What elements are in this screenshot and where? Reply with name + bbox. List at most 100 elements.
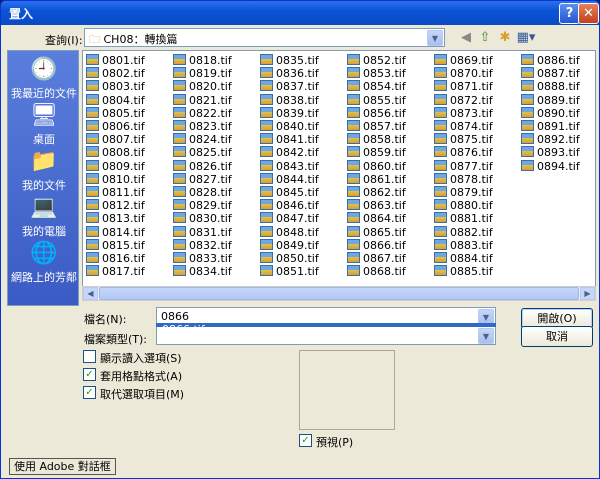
file-item[interactable]: 0804.tif [86, 93, 145, 107]
file-item[interactable]: 0832.tif [173, 238, 232, 252]
file-item[interactable]: 0822.tif [173, 106, 232, 120]
file-item[interactable]: 0893.tif [521, 146, 580, 159]
file-item[interactable]: 0887.tif [521, 67, 580, 80]
file-item[interactable]: 0805.tif [86, 106, 145, 120]
file-item[interactable]: 0888.tif [521, 80, 580, 93]
new-folder-icon[interactable]: ✱ [495, 29, 515, 47]
file-item[interactable]: 0844.tif [260, 172, 319, 186]
close-button[interactable]: ✕ [578, 3, 599, 24]
checkmark-icon[interactable]: ✓ [83, 368, 96, 381]
chevron-down-icon[interactable]: ▼ [427, 30, 443, 46]
file-item[interactable]: 0873.tif [434, 106, 493, 120]
file-item[interactable]: 0839.tif [260, 106, 319, 120]
file-item[interactable]: 0862.tif [347, 186, 406, 199]
file-item[interactable]: 0866.tif [347, 238, 406, 252]
file-item[interactable]: 0856.tif [347, 106, 406, 120]
file-item[interactable]: 0835.tif [260, 54, 319, 67]
file-item[interactable]: 0858.tif [347, 133, 406, 146]
filetype-select[interactable]: ▼ [156, 327, 496, 345]
place-network[interactable]: 🌐 網路上的芳鄰 [8, 241, 80, 285]
file-item[interactable]: 0864.tif [347, 212, 406, 225]
file-item[interactable]: 0806.tif [86, 120, 145, 133]
file-item[interactable]: 0851.tif [260, 265, 319, 278]
file-list[interactable]: 0801.tif 0802.tif 0803.tif 0804.tif 0805.tif… [82, 50, 596, 300]
up-folder-icon[interactable]: ⇧ [475, 29, 495, 47]
file-item[interactable]: 0807.tif [86, 133, 145, 146]
scroll-left-icon[interactable]: ◀ [83, 287, 98, 300]
file-item[interactable]: 0824.tif [173, 133, 232, 146]
file-item[interactable]: 0809.tif [86, 159, 145, 173]
lookin-select[interactable]: 🗀 CH08：轉換篇 ▼ [84, 28, 445, 47]
file-item[interactable]: 0894.tif [521, 159, 580, 173]
file-item[interactable]: 0802.tif [86, 67, 145, 80]
file-item[interactable]: 0883.tif [434, 238, 493, 252]
file-item[interactable]: 0846.tif [260, 199, 319, 212]
file-item[interactable]: 0878.tif [434, 172, 493, 186]
file-item[interactable]: 0870.tif [434, 67, 493, 80]
file-item[interactable]: 0823.tif [173, 120, 232, 133]
chevron-down-icon[interactable]: ▼ [478, 328, 494, 344]
file-item[interactable]: 0872.tif [434, 93, 493, 107]
file-item[interactable]: 0847.tif [260, 212, 319, 225]
file-item[interactable]: 0892.tif [521, 133, 580, 146]
file-item[interactable]: 0820.tif [173, 80, 232, 93]
file-item[interactable]: 0808.tif [86, 146, 145, 159]
file-item[interactable]: 0865.tif [347, 225, 406, 239]
file-item[interactable]: 0827.tif [173, 172, 232, 186]
file-item[interactable]: 0853.tif [347, 67, 406, 80]
file-item[interactable]: 0891.tif [521, 120, 580, 133]
file-item[interactable]: 0816.tif [86, 252, 145, 265]
file-item[interactable]: 0852.tif [347, 54, 406, 67]
file-item[interactable]: 0837.tif [260, 80, 319, 93]
file-item[interactable]: 0810.tif [86, 172, 145, 186]
file-item[interactable]: 0861.tif [347, 172, 406, 186]
file-item[interactable]: 0889.tif [521, 93, 580, 107]
place-desktop[interactable]: 🖥 桌面 [8, 103, 80, 147]
view-menu-icon[interactable]: ▦▾ [513, 29, 539, 47]
file-item[interactable]: 0868.tif [347, 265, 406, 278]
file-item[interactable]: 0845.tif [260, 186, 319, 199]
file-item[interactable]: 0811.tif [86, 186, 145, 199]
file-item[interactable]: 0831.tif [173, 225, 232, 239]
file-item[interactable]: 0801.tif [86, 54, 145, 67]
file-item[interactable]: 0825.tif [173, 146, 232, 159]
place-recent[interactable]: 🕘 我最近的文件 [8, 57, 80, 101]
file-item[interactable]: 0885.tif [434, 265, 493, 278]
file-item[interactable]: 0880.tif [434, 199, 493, 212]
file-item[interactable]: 0842.tif [260, 146, 319, 159]
file-item[interactable]: 0817.tif [86, 265, 145, 278]
file-item[interactable]: 0874.tif [434, 120, 493, 133]
file-item[interactable]: 0833.tif [173, 252, 232, 265]
file-item[interactable]: 0840.tif [260, 120, 319, 133]
scroll-thumb[interactable] [99, 287, 579, 300]
file-item[interactable]: 0860.tif [347, 159, 406, 173]
cancel-button[interactable]: 取消 [521, 326, 593, 347]
file-item[interactable]: 0886.tif [521, 54, 580, 67]
file-item[interactable]: 0882.tif [434, 225, 493, 239]
file-item[interactable]: 0855.tif [347, 93, 406, 107]
checkmark-icon[interactable]: ✓ [299, 434, 312, 447]
file-item[interactable]: 0821.tif [173, 93, 232, 107]
file-item[interactable]: 0879.tif [434, 186, 493, 199]
file-item[interactable]: 0850.tif [260, 252, 319, 265]
file-item[interactable]: 0857.tif [347, 120, 406, 133]
file-item[interactable]: 0803.tif [86, 80, 145, 93]
file-item[interactable]: 0838.tif [260, 93, 319, 107]
file-item[interactable]: 0841.tif [260, 133, 319, 146]
file-item[interactable]: 0867.tif [347, 252, 406, 265]
file-item[interactable]: 0815.tif [86, 238, 145, 252]
file-item[interactable]: 0813.tif [86, 212, 145, 225]
file-item[interactable]: 0812.tif [86, 199, 145, 212]
file-item[interactable]: 0859.tif [347, 146, 406, 159]
checkbox-box[interactable] [83, 350, 96, 363]
file-item[interactable]: 0828.tif [173, 186, 232, 199]
file-item[interactable]: 0869.tif [434, 54, 493, 67]
place-my-documents[interactable]: 📁 我的文件 [8, 149, 80, 193]
file-item[interactable]: 0826.tif [173, 159, 232, 173]
horizontal-scrollbar[interactable]: ◀ ▶ [82, 286, 596, 301]
file-item[interactable]: 0854.tif [347, 80, 406, 93]
file-item[interactable]: 0881.tif [434, 212, 493, 225]
back-icon[interactable]: ◀ [456, 29, 476, 47]
file-item[interactable]: 0819.tif [173, 67, 232, 80]
file-item[interactable]: 0830.tif [173, 212, 232, 225]
